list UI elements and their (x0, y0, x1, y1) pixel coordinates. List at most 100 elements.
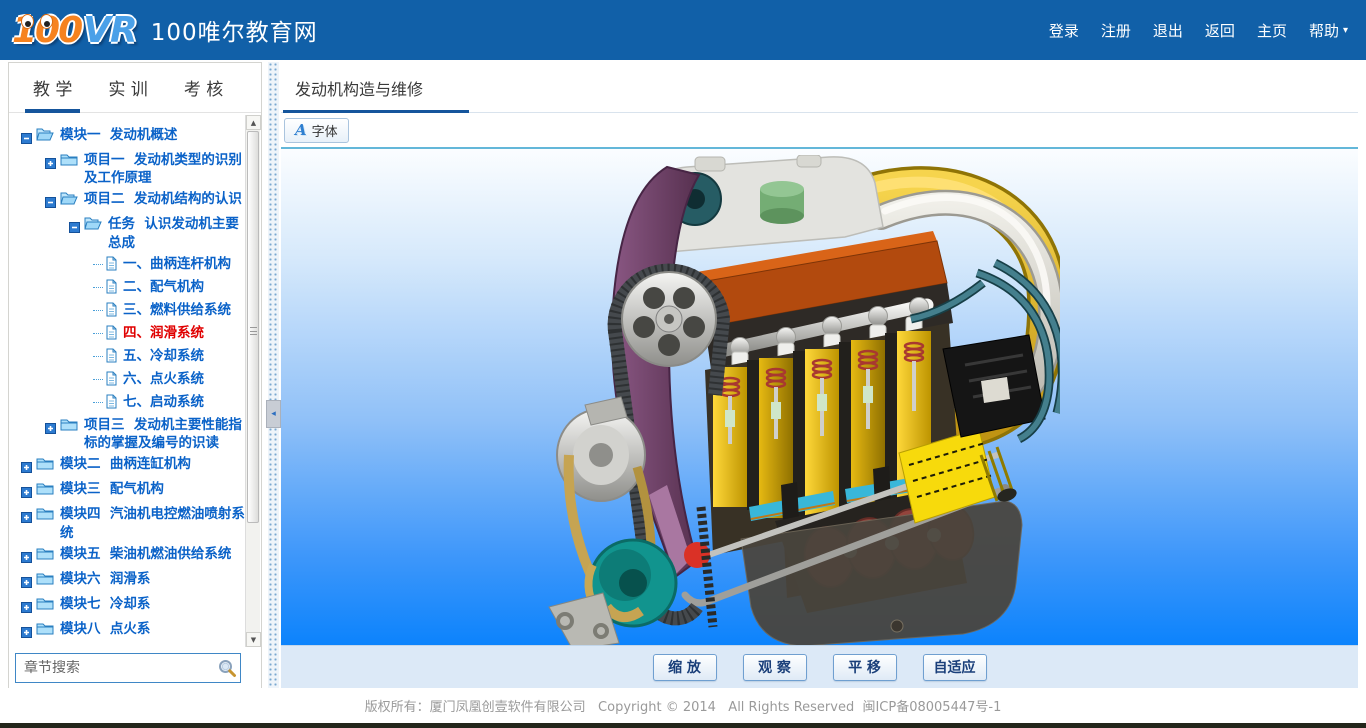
tree-item[interactable]: 模块五 柴油机燃油供给系统 (15, 545, 245, 567)
folder-closed-icon (36, 456, 55, 475)
tree-item[interactable]: 模块六 润滑系 (15, 570, 245, 592)
folder-closed-icon (36, 546, 55, 565)
site-logo[interactable]: 100 VR (12, 10, 137, 51)
tree-item[interactable]: 三、燃料供给系统 (15, 301, 245, 321)
tree-item-label: 七、启动系统 (123, 393, 204, 411)
expand-icon[interactable] (21, 483, 32, 502)
logo-eye-icon (40, 14, 53, 29)
viewer-button-自适应[interactable]: 自适应 (923, 654, 987, 681)
tree-scrollbar[interactable]: ▲ ▼ (245, 115, 260, 647)
scroll-up-button[interactable]: ▲ (246, 115, 261, 130)
viewer-control-bar: 缩 放观 察平 移自适应 (281, 645, 1358, 688)
header-link-主页[interactable]: 主页 (1257, 20, 1287, 41)
page-footer: 版权所有：厦门凤凰创壹软件有限公司 Copyright © 2014 All R… (0, 688, 1366, 723)
collapse-icon[interactable] (21, 129, 32, 148)
expand-icon[interactable] (21, 548, 32, 567)
doc-icon (105, 279, 118, 298)
scrollbar-thumb[interactable] (247, 131, 259, 523)
viewer-button-观察[interactable]: 观 察 (743, 654, 807, 681)
splitter-collapse-handle[interactable]: ◂ (266, 400, 281, 428)
expand-icon[interactable] (21, 623, 32, 642)
engine-oil-cap (760, 181, 804, 224)
tree-connector (93, 402, 103, 403)
folder-closed-icon (36, 571, 55, 590)
tree-item[interactable]: 任务 认识发动机主要总成 (15, 215, 245, 251)
viewer-button-平移[interactable]: 平 移 (833, 654, 897, 681)
main-content-panel: 发动机构造与维修 A 字体 (281, 62, 1358, 688)
tree-item-label: 模块二 曲柄连缸机构 (60, 455, 191, 473)
tree-item[interactable]: 模块八 点火系 (15, 620, 245, 642)
expand-icon[interactable] (21, 573, 32, 592)
sidebar-tab-考核[interactable]: 考 核 (184, 63, 223, 112)
doc-icon (105, 394, 118, 413)
header-link-退出[interactable]: 退出 (1153, 20, 1183, 41)
tree-item[interactable]: 项目二 发动机结构的认识 (15, 190, 245, 212)
folder-open-icon (84, 216, 103, 235)
header-link-返回[interactable]: 返回 (1205, 20, 1235, 41)
tree-item[interactable]: 模块四 汽油机电控燃油喷射系统 (15, 505, 245, 541)
bottom-strip (0, 723, 1366, 728)
font-button[interactable]: A 字体 (284, 118, 349, 143)
font-button-label: 字体 (312, 121, 338, 140)
expand-icon[interactable] (45, 154, 56, 173)
tree-item[interactable]: 六、点火系统 (15, 370, 245, 390)
header-link-注册[interactable]: 注册 (1101, 20, 1131, 41)
tree-connector (93, 264, 103, 265)
tree-item-label: 二、配气机构 (123, 278, 204, 296)
3d-viewer-canvas[interactable] (281, 147, 1358, 645)
search-icon[interactable] (214, 658, 240, 678)
top-header-bar: 100 VR 100唯尔教育网 登录 注册 退出 返回 主页 帮助▾ (0, 0, 1366, 60)
tree-item[interactable]: 五、冷却系统 (15, 347, 245, 367)
expand-icon[interactable] (21, 508, 32, 527)
tree-item[interactable]: 二、配气机构 (15, 278, 245, 298)
tree-connector (93, 333, 103, 334)
tree-item[interactable]: 模块一 发动机概述 (15, 126, 245, 148)
expand-icon[interactable] (21, 598, 32, 617)
tab-engine-course[interactable]: 发动机构造与维修 (283, 65, 469, 113)
tree-connector (93, 287, 103, 288)
expand-icon[interactable] (21, 458, 32, 477)
tree-item[interactable]: 模块七 冷却系 (15, 595, 245, 617)
logo-eye-icon (21, 14, 34, 29)
collapse-icon[interactable] (69, 218, 80, 237)
search-input[interactable] (16, 660, 214, 676)
sidebar-tab-实训[interactable]: 实 训 (108, 63, 147, 112)
tree-item[interactable]: 四、润滑系统 (15, 324, 245, 344)
collapse-icon[interactable] (45, 193, 56, 212)
copyright-text: 版权所有：厦门凤凰创壹软件有限公司 Copyright © 2014 All R… (365, 696, 1002, 715)
folder-closed-icon (36, 481, 55, 500)
folder-closed-icon (60, 152, 79, 171)
tree-item[interactable]: 七、启动系统 (15, 393, 245, 413)
tree-item[interactable]: 模块二 曲柄连缸机构 (15, 455, 245, 477)
engine-control-box (943, 335, 1045, 437)
panel-splitter[interactable]: ◂ (268, 62, 279, 692)
expand-icon[interactable] (45, 419, 56, 438)
header-link-帮助[interactable]: 帮助▾ (1309, 20, 1348, 41)
tree-item-label: 模块三 配气机构 (60, 480, 164, 498)
doc-icon (105, 371, 118, 390)
tree-item[interactable]: 模块三 配气机构 (15, 480, 245, 502)
tree-item-label: 模块八 点火系 (60, 620, 150, 638)
scroll-down-button[interactable]: ▼ (246, 632, 261, 647)
folder-open-icon (60, 191, 79, 210)
tree-item-label: 模块一 发动机概述 (60, 126, 177, 144)
header-link-登录[interactable]: 登录 (1049, 20, 1079, 41)
doc-icon (105, 302, 118, 321)
engine-3d-model (545, 155, 1060, 645)
viewer-button-缩放[interactable]: 缩 放 (653, 654, 717, 681)
tree-item[interactable]: 项目一 发动机类型的识别及工作原理 (15, 151, 245, 187)
tree-item-label: 模块七 冷却系 (60, 595, 150, 613)
tree-item-label: 一、曲柄连杆机构 (123, 255, 231, 273)
doc-icon (105, 325, 118, 344)
tree-item-label: 三、燃料供给系统 (123, 301, 231, 319)
sidebar-tab-教学[interactable]: 教 学 (33, 63, 72, 112)
doc-icon (105, 348, 118, 367)
tree-item[interactable]: 一、曲柄连杆机构 (15, 255, 245, 275)
folder-open-icon (36, 127, 55, 146)
tree-connector (93, 356, 103, 357)
tree-item[interactable]: 项目三 发动机主要性能指标的掌握及编号的识读 (15, 416, 245, 452)
site-title: 100唯尔教育网 (151, 13, 318, 47)
content-tab-bar: 发动机构造与维修 (281, 62, 1358, 113)
tree-item-label: 任务 认识发动机主要总成 (108, 215, 245, 251)
tree-item-label: 项目二 发动机结构的认识 (84, 190, 242, 208)
